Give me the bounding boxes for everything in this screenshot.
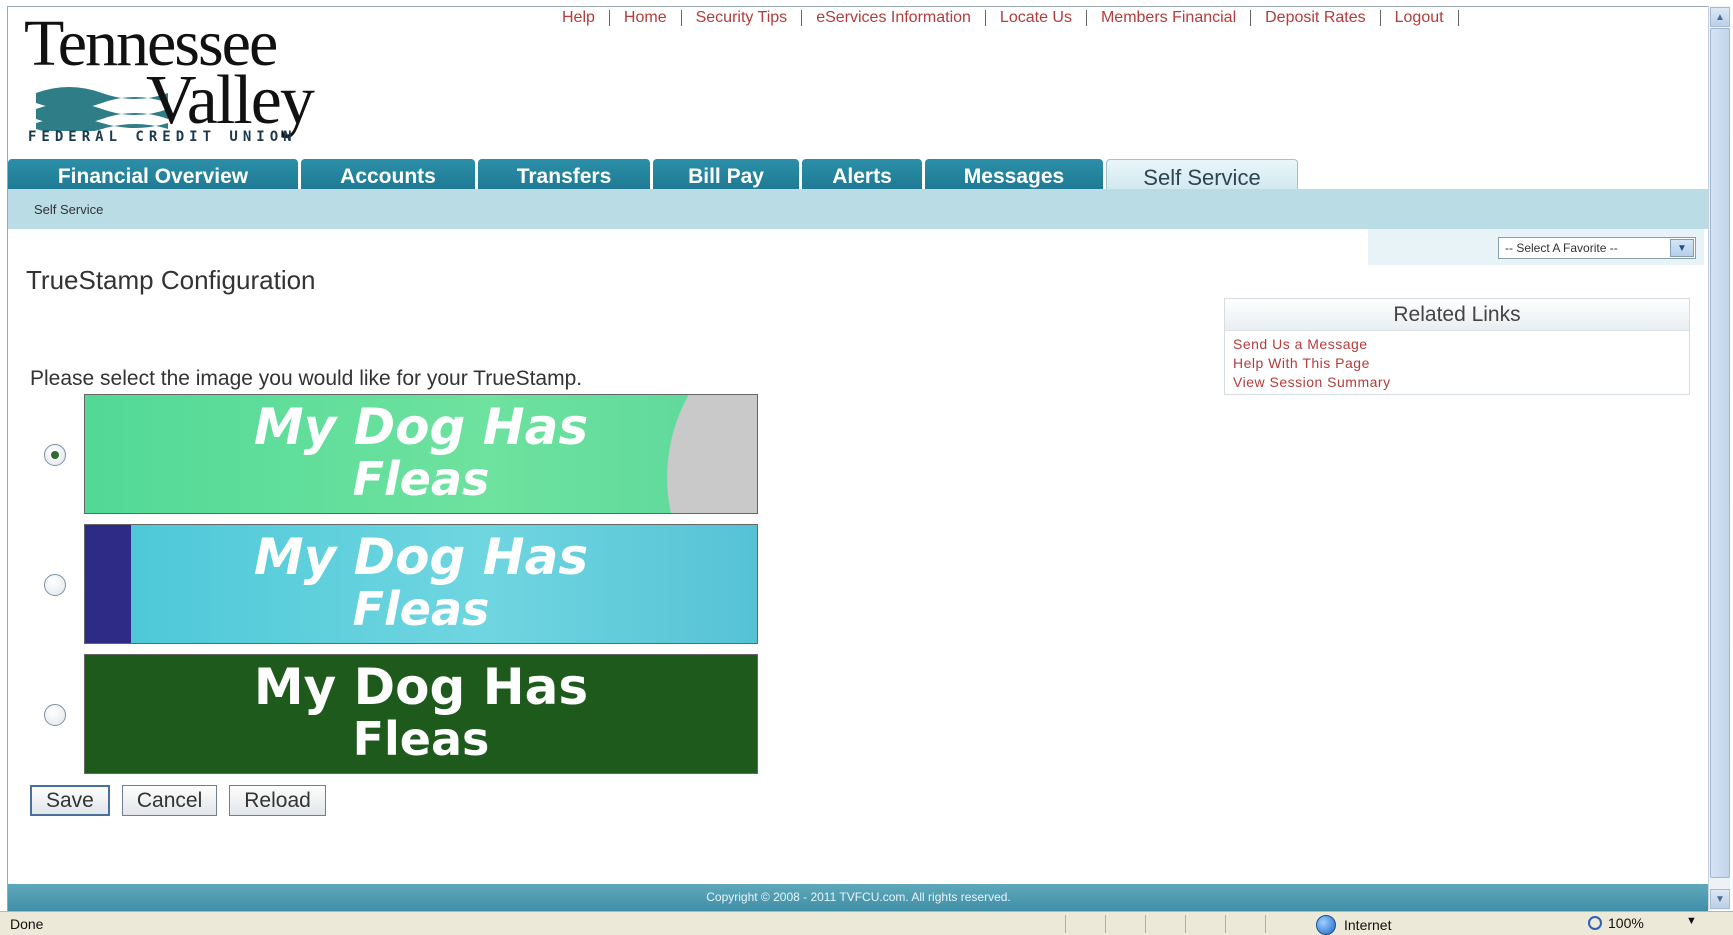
truestamp-radio-3[interactable] (44, 704, 66, 726)
page-title: TrueStamp Configuration (26, 265, 316, 295)
tvfcu-logo[interactable]: Tennessee Valley FEDERAL CREDIT UNION (18, 11, 398, 146)
related-links-title: Related Links (1225, 299, 1689, 331)
zone-label: Internet (1344, 917, 1392, 933)
top-navigation: Help Home Security Tips eServices Inform… (548, 7, 1459, 29)
truestamp-prompt: Please select the image you would like f… (30, 367, 583, 390)
breadcrumb[interactable]: Self Service (34, 202, 103, 217)
status-divider (1105, 915, 1106, 933)
reload-button[interactable]: Reload (229, 785, 326, 816)
cancel-button[interactable]: Cancel (121, 785, 218, 816)
link-help[interactable]: Help (548, 10, 610, 26)
link-members-financial[interactable]: Members Financial (1087, 10, 1252, 26)
subnav-bar: Self Service (8, 189, 1708, 229)
stamp-text-line1: My Dog Has (253, 658, 589, 716)
link-logout[interactable]: Logout (1381, 10, 1459, 26)
browser-viewport: Tennessee Valley FEDERAL CREDIT UNION He… (7, 6, 1708, 911)
stamp-text-line2: Fleas (352, 712, 490, 766)
internet-globe-icon (1316, 915, 1336, 935)
truestamp-image-1[interactable]: My Dog Has Fleas (84, 394, 758, 514)
link-view-session-summary[interactable]: View Session Summary (1233, 373, 1689, 392)
status-divider (1225, 915, 1226, 933)
link-security-tips[interactable]: Security Tips (682, 10, 803, 26)
chevron-down-icon[interactable]: ▼ (1670, 239, 1694, 257)
link-home[interactable]: Home (610, 10, 682, 26)
status-divider (1145, 915, 1146, 933)
stamp-text-line2: Fleas (352, 452, 490, 506)
vertical-scrollbar[interactable]: ▲ ▼ (1708, 6, 1730, 910)
status-text: Done (10, 916, 44, 932)
browser-status-bar: Done Internet 100% ▼ (0, 911, 1733, 935)
logo-text-line3: FEDERAL CREDIT UNION (28, 129, 297, 145)
zoom-dropdown-icon[interactable]: ▼ (1686, 915, 1697, 927)
zoom-level: 100% (1608, 915, 1644, 931)
page-footer: Copyright © 2008 - 2011 TVFCU.com. All r… (8, 884, 1708, 911)
related-links-panel: Related Links Send Us a Message Help Wit… (1224, 298, 1690, 395)
stamp-text-line1: My Dog Has (253, 398, 589, 456)
favorite-select[interactable]: -- Select A Favorite -- ▼ (1498, 237, 1696, 259)
link-help-with-this-page[interactable]: Help With This Page (1233, 354, 1689, 373)
link-locate-us[interactable]: Locate Us (986, 10, 1087, 26)
security-zone[interactable]: Internet (1316, 915, 1391, 935)
stamp-text-line1: My Dog Has (253, 528, 589, 586)
link-deposit-rates[interactable]: Deposit Rates (1251, 10, 1381, 26)
status-divider (1185, 915, 1186, 933)
scroll-up-icon[interactable]: ▲ (1710, 7, 1730, 27)
link-send-us-a-message[interactable]: Send Us a Message (1233, 335, 1689, 354)
zoom-magnifier-icon (1588, 916, 1602, 930)
status-divider (1265, 915, 1266, 933)
zoom-control[interactable]: 100% (1588, 915, 1644, 931)
stamp-text-line2: Fleas (352, 582, 490, 636)
form-buttons: Save Cancel Reload (30, 785, 326, 816)
save-button[interactable]: Save (30, 785, 110, 816)
link-eservices-information[interactable]: eServices Information (802, 10, 986, 26)
truestamp-radio-2[interactable] (44, 574, 66, 596)
scrollbar-thumb[interactable] (1710, 28, 1730, 878)
status-divider (1065, 915, 1066, 933)
scroll-down-icon[interactable]: ▼ (1710, 889, 1730, 909)
favorite-select-value: -- Select A Favorite -- (1505, 241, 1618, 255)
truestamp-image-3[interactable]: My Dog Has Fleas (84, 654, 758, 774)
favorites-bar: -- Select A Favorite -- ▼ (1368, 229, 1704, 265)
truestamp-image-2[interactable]: My Dog Has Fleas (84, 524, 758, 644)
logo-text-line2: Valley (146, 62, 315, 139)
truestamp-radio-1[interactable] (44, 444, 66, 466)
